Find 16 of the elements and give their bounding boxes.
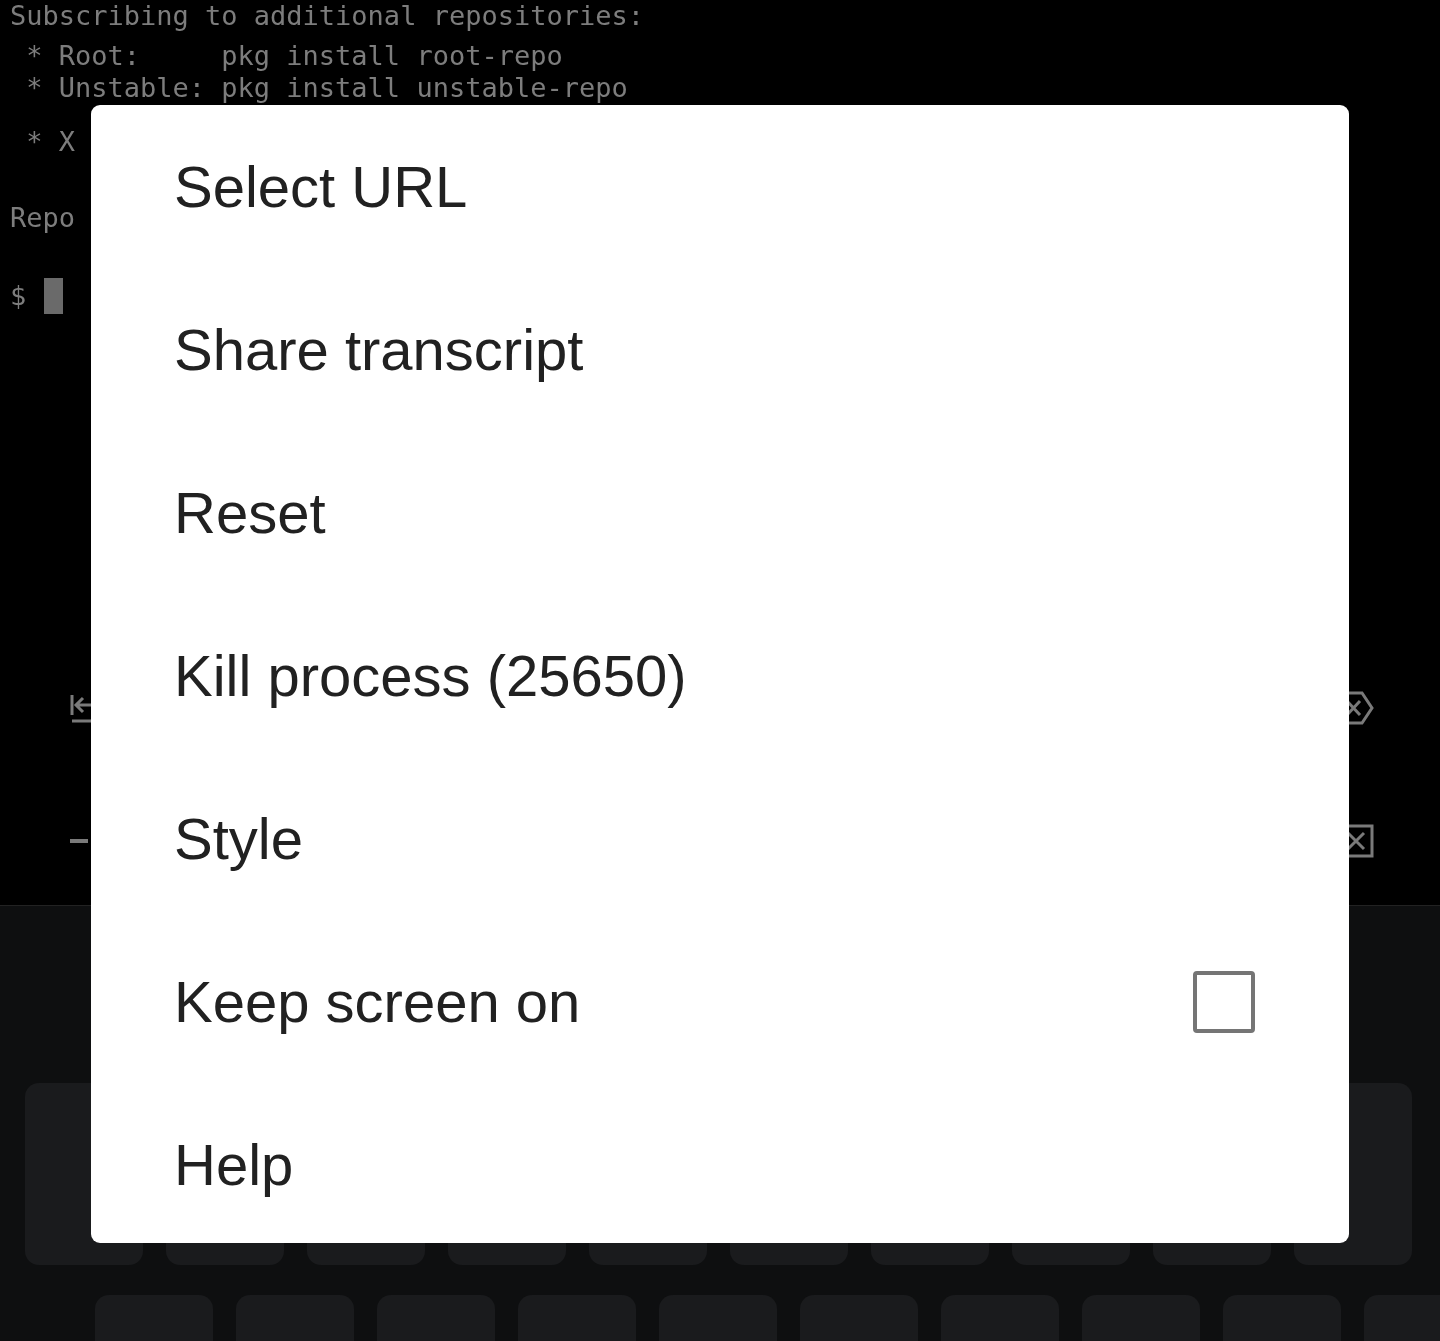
menu-item[interactable]: Style	[91, 757, 1349, 920]
prompt-symbol: $	[10, 280, 27, 312]
menu-item-label: Keep screen on	[174, 968, 581, 1035]
checkbox[interactable]	[1193, 970, 1255, 1033]
menu-item[interactable]: Reset	[91, 431, 1349, 594]
terminal-line: * Root: pkg install root-repo	[25, 40, 563, 72]
terminal-line: * X	[25, 126, 76, 158]
menu-item[interactable]: Help	[91, 1083, 1349, 1246]
minus-icon[interactable]	[70, 839, 88, 843]
text-cursor	[44, 278, 64, 314]
terminal-line: Repo	[10, 202, 76, 234]
menu-item[interactable]: Share transcript	[91, 268, 1349, 431]
terminal-line: Subscribing to additional repositories:	[10, 0, 644, 32]
menu-item[interactable]: Select URL	[91, 105, 1349, 268]
terminal-line: * Unstable: pkg install unstable-repo	[25, 72, 628, 104]
menu-item[interactable]: Kill process (25650)	[91, 594, 1349, 757]
